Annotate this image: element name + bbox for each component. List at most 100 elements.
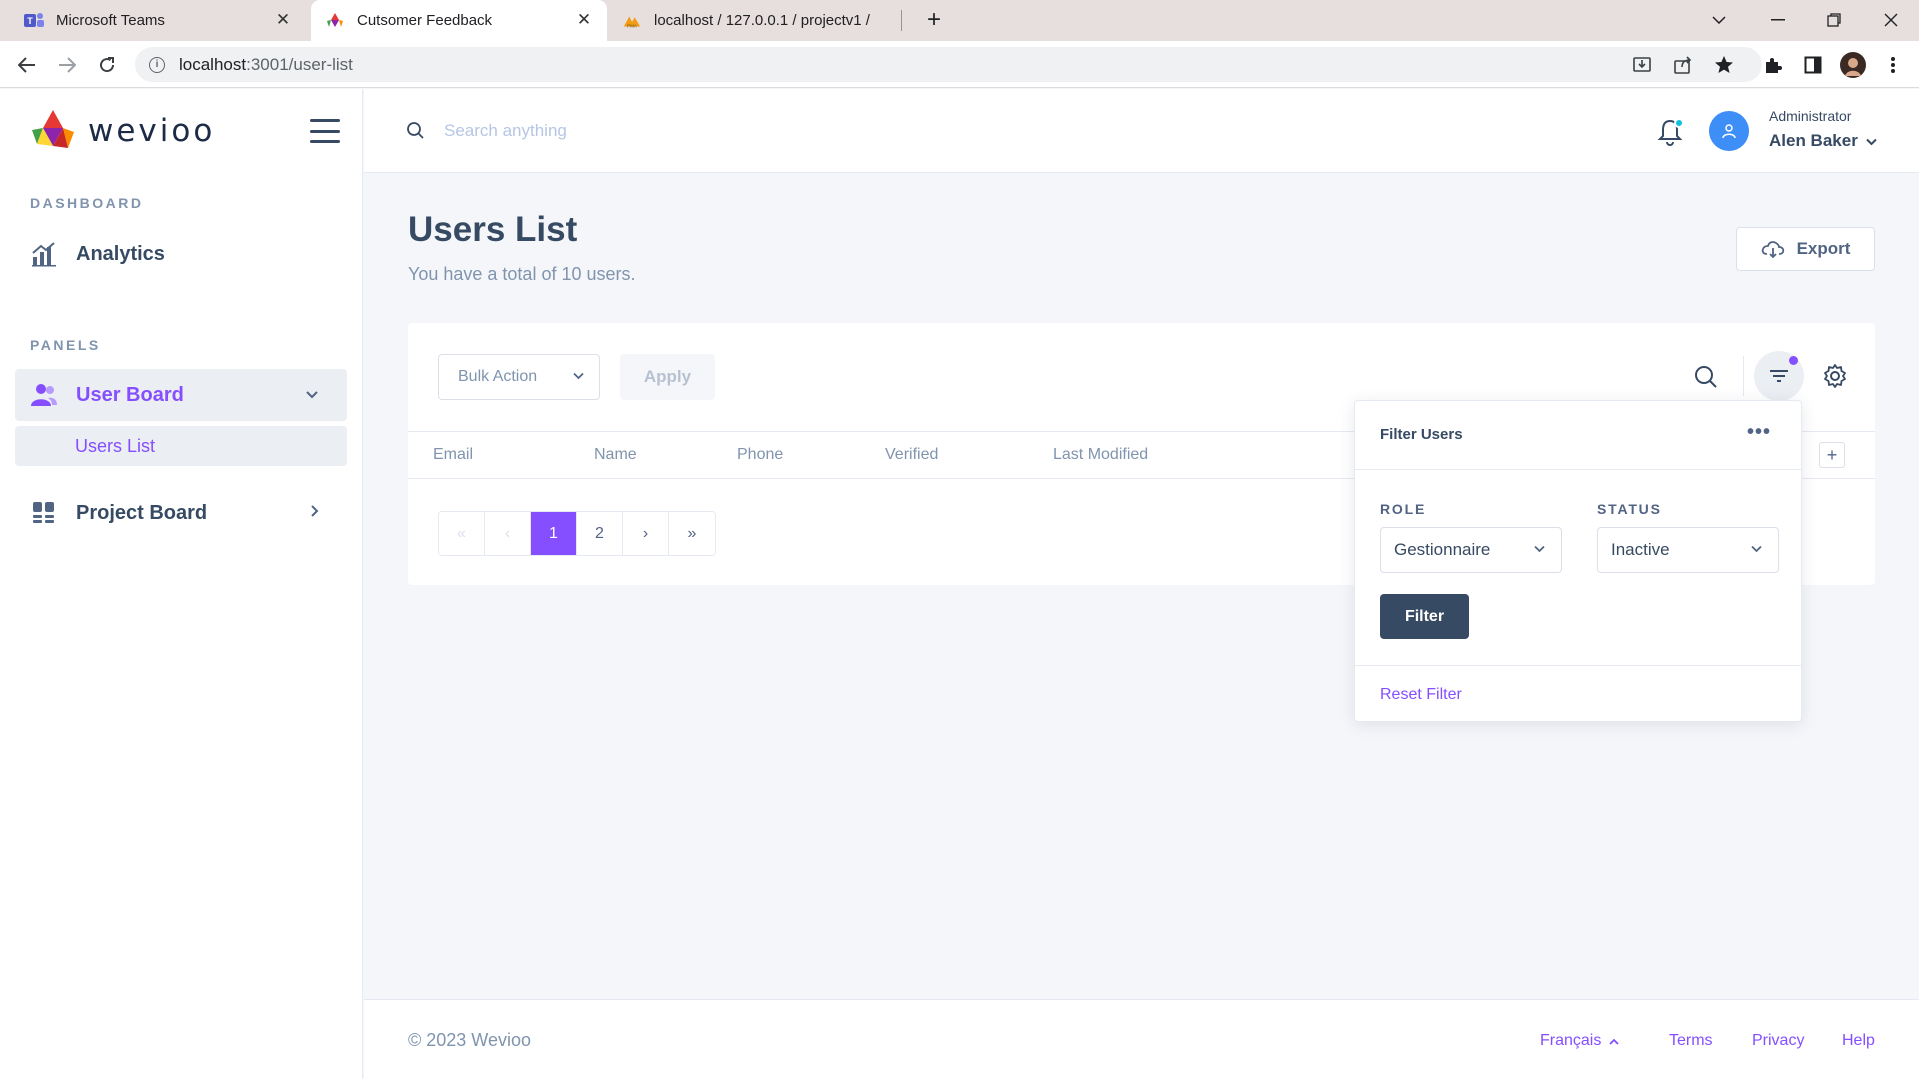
sidebar-item-label: Analytics: [76, 242, 165, 265]
tab-title: Cutsomer Feedback: [357, 12, 493, 29]
bulk-action-select[interactable]: Bulk Action: [438, 354, 600, 400]
browser-tab-customer-feedback[interactable]: Cutsomer Feedback ✕: [311, 0, 607, 41]
chevron-down-icon: [1866, 134, 1877, 149]
chevron-down-icon: [1534, 541, 1545, 556]
user-dropdown[interactable]: Alen Baker: [1769, 131, 1877, 151]
language-selector[interactable]: Français: [1540, 1032, 1619, 1050]
column-header-verified[interactable]: Verified: [885, 446, 938, 464]
teams-icon: T: [24, 11, 44, 31]
sidebar-item-label: Project Board: [76, 501, 208, 524]
browser-tab-teams[interactable]: T Microsoft Teams ✕: [16, 0, 306, 41]
sidebar: wevioo DASHBOARD Analytics PANELS User B…: [0, 89, 363, 1079]
column-header-name[interactable]: Name: [594, 446, 637, 464]
close-tab-icon[interactable]: ✕: [575, 10, 593, 29]
users-icon: [30, 381, 58, 409]
apply-button[interactable]: Apply: [620, 354, 715, 400]
url-bar[interactable]: i localhost:3001/user-list: [135, 47, 1762, 82]
close-tab-icon[interactable]: ✕: [274, 10, 292, 29]
chevron-right-icon: [310, 504, 319, 523]
search-input[interactable]: [444, 113, 844, 149]
user-role: Administrator: [1769, 108, 1852, 124]
install-app-icon[interactable]: [1629, 52, 1655, 78]
page-title: Users List: [408, 210, 578, 249]
help-link[interactable]: Help: [1842, 1032, 1875, 1050]
side-panel-icon[interactable]: [1800, 52, 1826, 78]
copyright-text: © 2023 Wevioo: [408, 1030, 532, 1050]
sidebar-subitem-users-list[interactable]: Users List: [15, 426, 347, 466]
new-tab-button[interactable]: +: [921, 7, 947, 33]
browser-menu-icon[interactable]: [1880, 52, 1906, 78]
bar-chart-icon: [30, 240, 58, 268]
status-value: Inactive: [1611, 540, 1670, 559]
browser-address-bar: i localhost:3001/user-list: [0, 41, 1919, 88]
filter-icon: [1770, 370, 1788, 382]
reset-filter-link[interactable]: Reset Filter: [1380, 686, 1462, 704]
gear-icon[interactable]: [1822, 363, 1848, 389]
project-board-icon: [30, 499, 58, 527]
filter-panel-title: Filter Users: [1380, 426, 1463, 443]
first-page-button[interactable]: «: [439, 512, 485, 555]
search-icon[interactable]: [406, 121, 426, 141]
site-info-icon[interactable]: i: [149, 56, 165, 73]
privacy-link[interactable]: Privacy: [1752, 1032, 1804, 1050]
share-icon[interactable]: [1670, 52, 1696, 78]
phpmyadmin-icon: PMA: [622, 11, 642, 31]
extensions-puzzle-icon[interactable]: [1760, 52, 1786, 78]
chevron-up-icon: [1609, 1034, 1619, 1048]
restore-icon[interactable]: [1814, 6, 1854, 34]
column-header-email[interactable]: Email: [433, 446, 473, 464]
export-button[interactable]: Export: [1736, 227, 1875, 271]
role-select[interactable]: Gestionnaire: [1380, 527, 1562, 573]
prev-page-button[interactable]: ‹: [485, 512, 531, 555]
forward-arrow-icon[interactable]: [53, 51, 81, 79]
tab-search-chevron-icon[interactable]: [1699, 6, 1739, 34]
close-window-icon[interactable]: [1871, 6, 1911, 34]
browser-tab-phpmyadmin[interactable]: PMA localhost / 127.0.0.1 / projectv1 /: [612, 0, 902, 41]
terms-link[interactable]: Terms: [1669, 1032, 1713, 1050]
user-avatar[interactable]: [1709, 111, 1749, 151]
add-column-button[interactable]: +: [1819, 442, 1845, 468]
role-label: ROLE: [1380, 501, 1427, 517]
last-page-button[interactable]: »: [669, 512, 715, 555]
url-host: localhost: [179, 54, 247, 74]
page-button-2[interactable]: 2: [577, 512, 623, 555]
minimize-icon[interactable]: [1758, 6, 1798, 34]
pagination: « ‹ 1 2 › »: [438, 511, 716, 556]
status-select[interactable]: Inactive: [1597, 527, 1779, 573]
sidebar-item-user-board[interactable]: User Board: [15, 369, 347, 421]
sidebar-item-project-board[interactable]: Project Board: [15, 487, 347, 539]
browser-tab-bar: T Microsoft Teams ✕ Cutsomer Feedback ✕ …: [0, 0, 1919, 41]
cloud-download-icon: [1761, 239, 1785, 259]
reload-icon[interactable]: [93, 51, 121, 79]
search-icon[interactable]: [1693, 364, 1719, 390]
section-title-dashboard: DASHBOARD: [30, 195, 144, 211]
bookmark-star-icon[interactable]: [1711, 52, 1737, 78]
back-arrow-icon[interactable]: [13, 51, 41, 79]
tab-title: localhost / 127.0.0.1 / projectv1 /: [654, 12, 870, 29]
column-header-phone[interactable]: Phone: [737, 446, 783, 464]
profile-avatar[interactable]: [1840, 52, 1866, 78]
column-header-last-modified[interactable]: Last Modified: [1053, 446, 1148, 464]
page-subtitle: You have a total of 10 users.: [408, 264, 636, 284]
wevioo-logo-icon: [32, 110, 74, 148]
bulk-action-value: Bulk Action: [458, 368, 538, 385]
user-name: Alen Baker: [1769, 131, 1858, 150]
page-button-1[interactable]: 1: [531, 512, 577, 555]
topbar: Administrator Alen Baker: [364, 89, 1919, 173]
next-page-button[interactable]: ›: [623, 512, 669, 555]
sidebar-item-label: User Board: [76, 383, 184, 406]
user-icon: [1722, 124, 1736, 139]
footer: © 2023 Wevioo Français Terms Privacy Hel…: [364, 999, 1919, 1079]
notification-dot: [1674, 118, 1684, 128]
filter-active-dot: [1789, 356, 1798, 365]
divider: [1355, 469, 1801, 470]
more-options-icon[interactable]: •••: [1747, 421, 1771, 444]
brand-logo[interactable]: wevioo: [30, 108, 215, 154]
chevron-down-icon: [305, 386, 319, 404]
hamburger-menu-icon[interactable]: [310, 119, 340, 143]
filter-button[interactable]: Filter: [1380, 594, 1469, 639]
sidebar-item-analytics[interactable]: Analytics: [15, 228, 347, 280]
section-title-panels: PANELS: [30, 337, 101, 353]
chevron-down-icon: [1751, 541, 1762, 556]
language-label: Français: [1540, 1032, 1602, 1049]
